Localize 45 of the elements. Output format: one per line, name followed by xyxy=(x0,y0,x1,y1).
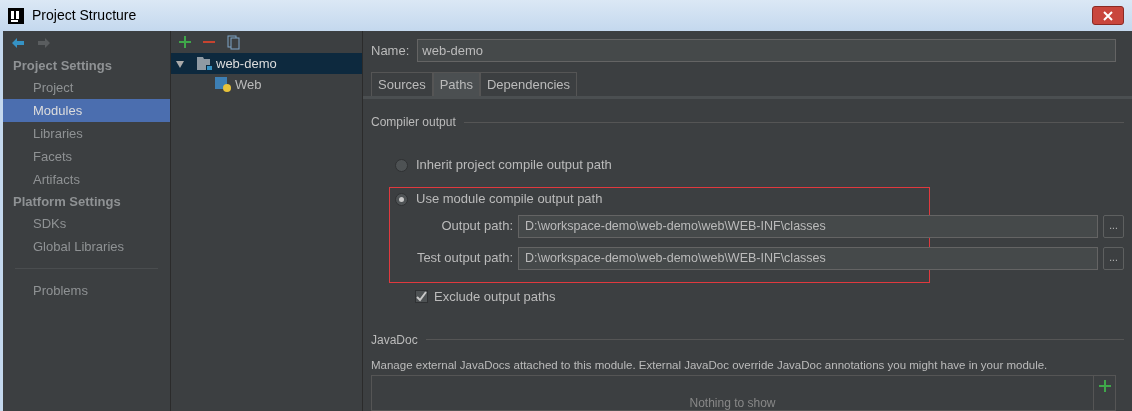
path-field[interactable]: D:\workspace-demo\web-demo\web\WEB-INF\classes xyxy=(518,246,1098,270)
description-text: Manage external JavaDocs attached to this module. External JavaDoc override JavaDoc annotations you might have in your module. xyxy=(371,357,1049,373)
radio-button[interactable] xyxy=(395,192,408,206)
app-logo-icon xyxy=(8,7,24,24)
checkbox[interactable] xyxy=(415,290,428,304)
close-button[interactable] xyxy=(1092,6,1124,25)
back-arrow-icon[interactable] xyxy=(11,37,25,49)
radio-button[interactable] xyxy=(395,158,408,172)
browse-button[interactable]: ... xyxy=(1103,214,1124,238)
copy-icon[interactable] xyxy=(227,34,240,50)
tab[interactable]: Dependencies xyxy=(479,72,578,96)
sidebar-item[interactable]: Project xyxy=(3,76,170,99)
web-module-icon xyxy=(215,77,231,92)
field-label: Test output path: xyxy=(415,249,513,268)
tree-item[interactable]: Web xyxy=(171,74,362,95)
radio-label: Use module compile output path xyxy=(416,190,603,209)
name-field[interactable]: web-demo xyxy=(417,39,1116,62)
add-icon[interactable] xyxy=(1098,379,1111,392)
sidebar-heading: Platform Settings xyxy=(12,192,122,211)
name-label: Name: xyxy=(371,41,410,60)
tab[interactable]: Sources xyxy=(371,72,433,96)
sidebar-item[interactable]: SDKs xyxy=(3,212,170,235)
tree-item[interactable]: web-demo xyxy=(171,53,362,74)
sidebar-item[interactable]: Modules xyxy=(3,99,170,122)
sidebar-item[interactable]: Global Libraries xyxy=(3,235,170,258)
path-field[interactable]: D:\workspace-demo\web-demo\web\WEB-INF\classes xyxy=(518,214,1098,238)
add-icon[interactable] xyxy=(179,36,191,48)
browse-button[interactable]: ... xyxy=(1103,246,1124,270)
window-title: Project Structure xyxy=(32,6,137,25)
close-icon xyxy=(1103,10,1113,21)
field-label: Output path: xyxy=(440,217,513,236)
checkbox-label: Exclude output paths xyxy=(434,288,556,306)
sidebar-heading: Project Settings xyxy=(12,56,113,75)
empty-list-text: Nothing to show xyxy=(689,397,776,409)
radio-label: Inherit project compile output path xyxy=(416,156,612,175)
folder-icon xyxy=(197,57,212,70)
sidebar-item[interactable]: Libraries xyxy=(3,122,170,145)
section-heading: JavaDoc xyxy=(371,331,418,349)
sidebar-item[interactable]: Facets xyxy=(3,145,170,168)
javadoc-list[interactable]: Nothing to show xyxy=(371,374,1116,411)
section-heading: Compiler output xyxy=(371,114,456,131)
sidebar-item[interactable]: Artifacts xyxy=(3,168,170,191)
tab[interactable]: Paths xyxy=(432,72,480,96)
expand-arrow-icon[interactable] xyxy=(175,58,185,69)
sidebar-item[interactable]: Problems xyxy=(3,279,170,302)
